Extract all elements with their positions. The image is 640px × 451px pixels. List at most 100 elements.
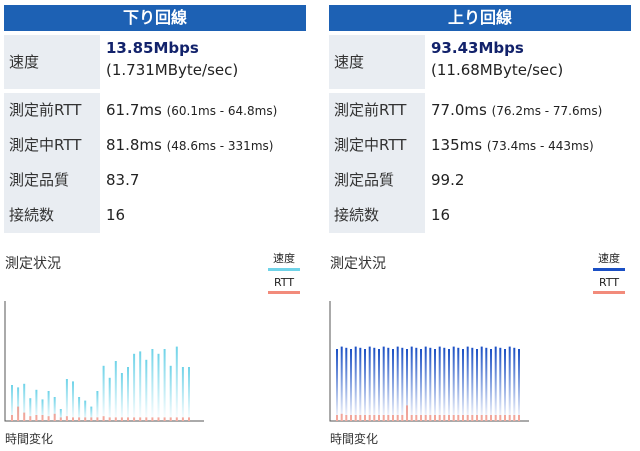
- rtt-bar: [513, 415, 516, 421]
- speed-bar: [480, 346, 483, 421]
- speed-bar: [340, 346, 343, 421]
- rtt-bar: [364, 415, 366, 421]
- speed-bar: [410, 346, 413, 421]
- rtt-bar: [354, 415, 357, 421]
- speed-bar: [504, 349, 506, 421]
- speed-bar: [345, 347, 348, 421]
- speed-bar: [373, 347, 376, 421]
- speed-bar: [65, 379, 68, 421]
- rtt-bar: [410, 415, 413, 421]
- rtt-bar: [387, 415, 390, 421]
- rtt-bar: [169, 417, 172, 421]
- row-label: 測定中RTT: [329, 128, 425, 163]
- panel-title: 上り回線: [329, 5, 631, 31]
- speed-bar: [175, 346, 178, 421]
- legend-rtt: RTT: [593, 276, 625, 294]
- rtt-bar: [508, 415, 511, 421]
- rtt-bar: [434, 415, 436, 421]
- row-label: 測定品質: [329, 163, 425, 198]
- legend-rtt-label: RTT: [598, 276, 620, 289]
- speed-bar: [471, 347, 474, 421]
- rtt-bar: [476, 415, 478, 421]
- speed-bar: [387, 347, 390, 421]
- rtt-bar: [84, 417, 87, 421]
- rtt-bar: [336, 415, 338, 421]
- rtt-bar: [504, 415, 506, 421]
- rtt-bar: [127, 417, 129, 421]
- speed-mbyte: (1.731MByte/sec): [106, 61, 239, 79]
- rtt-value: 77.0ms: [431, 101, 487, 119]
- rtt-bar: [382, 415, 385, 421]
- speed-bar: [133, 353, 136, 421]
- rtt-value: 81.8ms: [106, 136, 162, 154]
- chart-title: 測定状況: [330, 256, 386, 272]
- chart-title: 測定状況: [5, 256, 61, 272]
- rtt-bar: [359, 415, 362, 421]
- rtt-bar: [17, 406, 20, 421]
- quality-row: 測定品質 99.2: [329, 163, 631, 198]
- speed-mbps: 13.85Mbps: [106, 39, 199, 57]
- speed-mbps: 93.43Mbps: [431, 39, 524, 57]
- speed-bar: [462, 349, 464, 421]
- speed-rtt-chart: [329, 301, 529, 422]
- legend-speed: 速度: [593, 250, 625, 271]
- speed-bar: [448, 349, 450, 421]
- x-axis-label: 時間変化: [5, 432, 54, 446]
- legend-rtt-line: [593, 291, 625, 294]
- speed-label: 速度: [4, 35, 100, 89]
- connections-row: 接続数 16: [329, 198, 631, 233]
- rtt-range: (48.6ms - 331ms): [166, 139, 274, 153]
- connections-value: 16: [106, 206, 126, 224]
- speed-bar: [188, 367, 190, 421]
- speed-bar: [96, 391, 99, 421]
- rtt-bar: [443, 415, 446, 421]
- rtt-bar: [415, 415, 418, 421]
- speed-bar: [364, 349, 366, 421]
- speed-bar: [401, 347, 404, 421]
- download-panel: 下り回線 速度 13.85Mbps (1.731MByte/sec) 測定前RT…: [4, 5, 306, 451]
- speed-bar: [499, 347, 502, 421]
- rtt-bar: [53, 413, 56, 421]
- rtt-bar: [120, 417, 123, 421]
- row-label: 接続数: [4, 198, 100, 233]
- rtt-value: 61.7ms: [106, 101, 162, 119]
- speed-bar: [452, 346, 455, 421]
- speed-bar: [368, 346, 371, 421]
- speed-row: 速度 93.43Mbps (11.68MByte/sec): [329, 35, 631, 89]
- speed-bar: [127, 367, 129, 421]
- legend-speed-line: [593, 268, 625, 271]
- speed-value: 93.43Mbps (11.68MByte/sec): [431, 35, 631, 93]
- speed-bar: [163, 349, 166, 421]
- speed-bar: [359, 347, 362, 421]
- rtt-bar: [59, 417, 62, 421]
- pre-rtt-row: 測定前RTT 61.7ms (60.1ms - 64.8ms): [4, 93, 306, 128]
- rtt-bar: [494, 415, 497, 421]
- rtt-bar: [392, 415, 394, 421]
- speed-mbyte: (11.68MByte/sec): [431, 61, 564, 79]
- quality-value: 99.2: [431, 171, 465, 189]
- rtt-bar: [72, 417, 74, 421]
- rtt-bar: [345, 415, 348, 421]
- speed-bar: [151, 349, 154, 421]
- speed-bar: [476, 349, 478, 421]
- rtt-bar: [41, 415, 44, 421]
- speed-bar: [429, 347, 432, 421]
- rtt-bar: [480, 415, 483, 421]
- speed-bar: [145, 359, 148, 421]
- speed-bar: [120, 373, 123, 421]
- during-rtt-row: 測定中RTT 81.8ms (48.6ms - 331ms): [4, 128, 306, 163]
- rtt-bar: [11, 415, 13, 421]
- legend-speed: 速度: [268, 250, 300, 271]
- rtt-bar: [78, 417, 81, 421]
- speed-bar: [102, 365, 105, 421]
- rtt-bar: [139, 417, 142, 421]
- rtt-bar: [406, 405, 408, 421]
- rtt-bar: [462, 415, 464, 421]
- rtt-bar: [108, 417, 111, 421]
- row-value: 77.0ms (76.2ms - 77.6ms): [431, 93, 631, 128]
- speed-row: 速度 13.85Mbps (1.731MByte/sec): [4, 35, 306, 89]
- speed-bar: [485, 347, 488, 421]
- rtt-bar: [163, 417, 166, 421]
- x-axis-label: 時間変化: [330, 432, 379, 446]
- speed-value: 13.85Mbps (1.731MByte/sec): [106, 35, 306, 93]
